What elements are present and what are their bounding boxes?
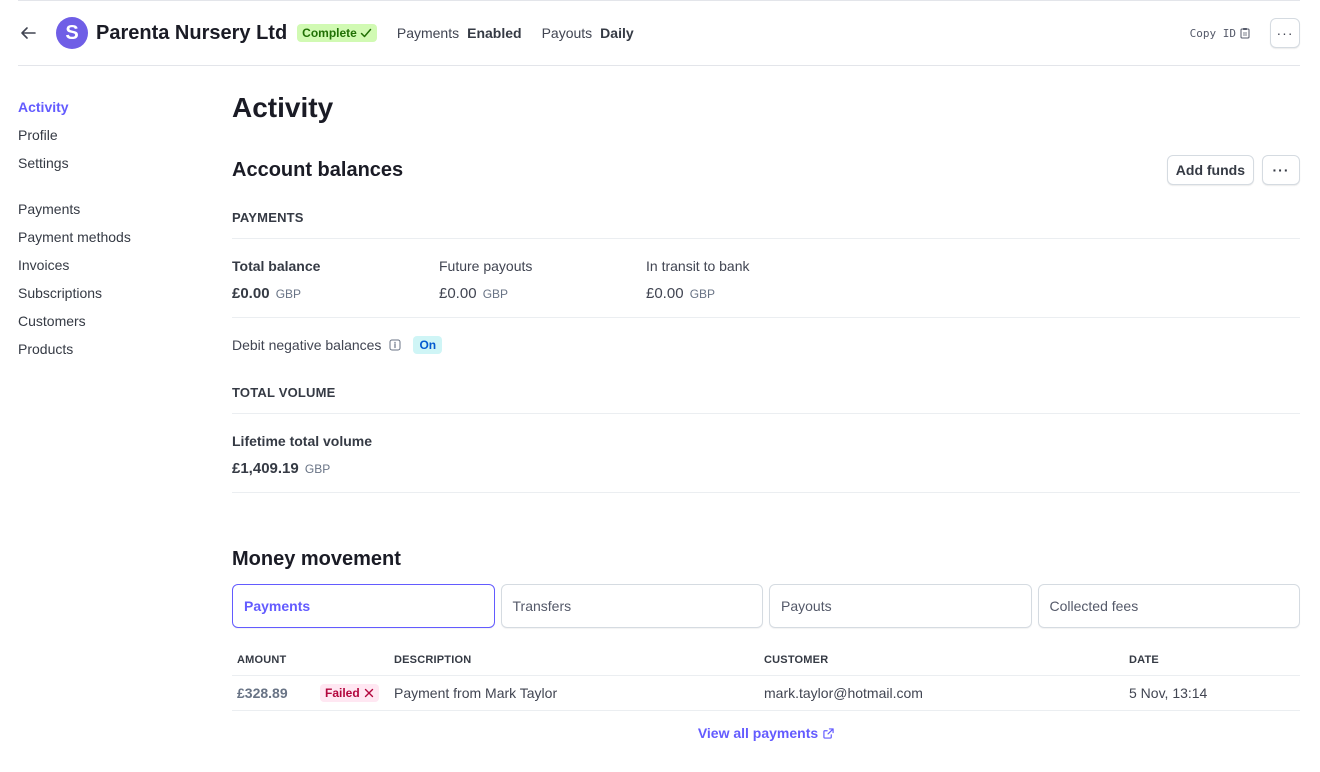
page-title: Activity bbox=[232, 92, 334, 123]
view-all-payments-link[interactable]: View all payments bbox=[232, 725, 1300, 741]
clipboard-icon bbox=[1240, 28, 1250, 39]
checkmark-icon bbox=[360, 28, 372, 38]
balances-more-button[interactable]: ··· bbox=[1262, 155, 1300, 185]
failed-badge-label: Failed bbox=[325, 686, 360, 700]
lifetime-volume-label: Lifetime total volume bbox=[232, 433, 373, 449]
total-volume-caption: TOTAL VOLUME bbox=[232, 385, 336, 400]
sidebar-item-subscriptions[interactable]: Subscriptions bbox=[18, 282, 198, 310]
future-payouts-label: Future payouts bbox=[439, 258, 533, 274]
lifetime-volume: Lifetime total volume £1,409.19 GBP bbox=[232, 433, 1300, 477]
divider bbox=[232, 413, 1300, 414]
in-transit-currency: GBP bbox=[689, 287, 716, 301]
payouts-label: Payouts bbox=[541, 25, 593, 41]
row-amount: £328.89 bbox=[237, 685, 288, 701]
payouts-status: Payouts Daily bbox=[542, 25, 634, 41]
info-icon[interactable] bbox=[389, 339, 401, 351]
total-balance-label: Total balance bbox=[232, 258, 321, 274]
arrow-left-icon bbox=[21, 27, 36, 39]
account-balances-header: Account balances Add funds ··· bbox=[232, 155, 1300, 185]
lifetime-volume-value: £1,409.19 bbox=[232, 460, 299, 477]
status-badge-label: Complete bbox=[302, 26, 357, 40]
main-content: Activity Account balances Add funds ··· … bbox=[232, 92, 1300, 741]
future-payouts-currency: GBP bbox=[482, 287, 509, 301]
tab-payments[interactable]: Payments bbox=[232, 584, 495, 628]
payments-status: Payments Enabled bbox=[397, 25, 522, 41]
back-button[interactable] bbox=[18, 23, 38, 43]
total-balance: Total balance £0.00 GBP bbox=[232, 258, 439, 302]
sidebar-item-settings[interactable]: Settings bbox=[18, 152, 198, 180]
sidebar-nav: Activity Profile Settings Payments Payme… bbox=[18, 96, 198, 366]
payments-label: Payments bbox=[396, 25, 460, 41]
payments-table: AMOUNT DESCRIPTION CUSTOMER DATE £328.89… bbox=[232, 644, 1300, 711]
copy-id-label: Copy ID bbox=[1189, 26, 1236, 40]
row-amount-cell: £328.89 Failed bbox=[232, 684, 394, 702]
column-amount: AMOUNT bbox=[237, 653, 287, 666]
in-transit: In transit to bank £0.00 GBP bbox=[646, 258, 853, 302]
total-balance-amount: £0.00 GBP bbox=[232, 285, 439, 302]
view-all-label: View all payments bbox=[697, 725, 819, 741]
debit-status-badge: On bbox=[413, 336, 443, 354]
column-customer: CUSTOMER bbox=[764, 653, 829, 666]
account-avatar: S bbox=[56, 17, 88, 49]
debit-negative-balances: Debit negative balances On bbox=[232, 336, 1300, 354]
x-icon bbox=[364, 688, 373, 698]
lifetime-volume-currency: GBP bbox=[304, 462, 331, 476]
future-payouts-amount: £0.00 GBP bbox=[439, 285, 646, 302]
sidebar-item-profile[interactable]: Profile bbox=[18, 124, 198, 152]
divider bbox=[232, 317, 1300, 318]
status-badge: Complete bbox=[297, 24, 377, 42]
row-description: Payment from Mark Taylor bbox=[394, 685, 558, 701]
account-header: S Parenta Nursery Ltd Complete Payments … bbox=[18, 1, 1300, 66]
sidebar-item-activity[interactable]: Activity bbox=[18, 96, 198, 124]
sidebar-item-payments[interactable]: Payments bbox=[18, 198, 198, 226]
header-actions: Copy ID ··· bbox=[1190, 18, 1300, 48]
balance-grid: Total balance £0.00 GBP Future payouts £… bbox=[232, 258, 1300, 302]
divider bbox=[232, 492, 1300, 493]
sidebar-item-payment-methods[interactable]: Payment methods bbox=[18, 226, 198, 254]
account-name: Parenta Nursery Ltd bbox=[96, 21, 288, 44]
column-date: DATE bbox=[1129, 653, 1159, 666]
future-payouts: Future payouts £0.00 GBP bbox=[439, 258, 646, 302]
total-balance-value: £0.00 bbox=[232, 285, 270, 302]
in-transit-amount: £0.00 GBP bbox=[646, 285, 853, 302]
future-payouts-value: £0.00 bbox=[439, 285, 477, 302]
payments-value: Enabled bbox=[467, 25, 522, 41]
in-transit-value: £0.00 bbox=[646, 285, 684, 302]
table-row[interactable]: £328.89 Failed Payment from Mark Taylor … bbox=[232, 676, 1300, 711]
tab-transfers[interactable]: Transfers bbox=[500, 584, 763, 628]
payments-caption: PAYMENTS bbox=[232, 210, 304, 225]
column-description: DESCRIPTION bbox=[394, 653, 472, 666]
lifetime-volume-amount: £1,409.19 GBP bbox=[232, 460, 1300, 477]
in-transit-label: In transit to bank bbox=[646, 258, 750, 274]
sidebar-item-customers[interactable]: Customers bbox=[18, 310, 198, 338]
account-balances-title: Account balances bbox=[232, 158, 404, 181]
tab-payouts[interactable]: Payouts bbox=[769, 584, 1032, 628]
balances-actions: Add funds ··· bbox=[1166, 155, 1300, 185]
add-funds-button[interactable]: Add funds bbox=[1166, 155, 1254, 185]
money-movement-tabs: Payments Transfers Payouts Collected fee… bbox=[232, 584, 1300, 628]
failed-badge: Failed bbox=[320, 684, 379, 702]
divider bbox=[232, 238, 1300, 239]
money-movement-title: Money movement bbox=[232, 548, 401, 570]
total-balance-currency: GBP bbox=[275, 287, 302, 301]
debit-label: Debit negative balances bbox=[232, 337, 382, 353]
row-customer: mark.taylor@hotmail.com bbox=[764, 685, 923, 701]
sidebar-item-products[interactable]: Products bbox=[18, 338, 198, 366]
sidebar-item-invoices[interactable]: Invoices bbox=[18, 254, 198, 282]
external-link-icon bbox=[823, 727, 834, 739]
account-more-button[interactable]: ··· bbox=[1270, 18, 1300, 48]
copy-id-button[interactable]: Copy ID bbox=[1190, 27, 1250, 40]
table-header: AMOUNT DESCRIPTION CUSTOMER DATE bbox=[232, 644, 1300, 676]
tab-collected-fees[interactable]: Collected fees bbox=[1037, 584, 1300, 628]
row-date: 5 Nov, 13:14 bbox=[1129, 685, 1208, 701]
payouts-value: Daily bbox=[600, 25, 634, 41]
